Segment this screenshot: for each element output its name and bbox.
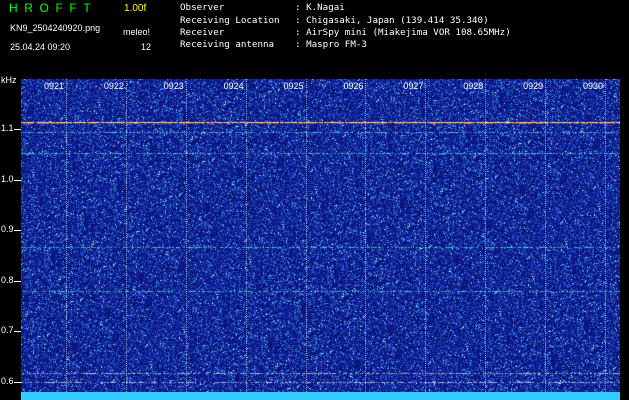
- time-gridline: [365, 79, 367, 392]
- spectrogram-canvas: [21, 79, 620, 392]
- time-gridline: [245, 79, 247, 392]
- freq-tick-label: 0.7: [1, 325, 14, 336]
- time-gridline: [425, 79, 427, 392]
- time-tick-label: 0924: [223, 81, 244, 91]
- time-gridline: [125, 79, 127, 392]
- time-gridline: [305, 79, 307, 392]
- freq-tick-mark: [14, 381, 21, 383]
- app-logo: HROFFT: [9, 1, 98, 15]
- time-tick-label: 0923: [163, 81, 184, 91]
- time-gridline: [545, 79, 547, 392]
- info-observer-value: : K.Nagai: [295, 2, 345, 13]
- time-tick-label: 0925: [283, 81, 304, 91]
- freq-tick-label: 0.6: [1, 375, 14, 386]
- version-label: 1.00f: [124, 3, 147, 14]
- info-antenna-value: : Maspro FM-3: [295, 39, 367, 50]
- header-bar: HROFFT 1.00f KN9_2504240920.png meleo! 2…: [0, 0, 629, 76]
- freq-tick-label: 1.0: [1, 173, 14, 184]
- file-name: KN9_2504240920.png: [10, 23, 101, 33]
- count-label: 12: [141, 42, 152, 52]
- time-tick-label: 0927: [403, 81, 424, 91]
- time-gridline: [485, 79, 487, 392]
- freq-tick-label: 1.1: [1, 123, 14, 134]
- freq-tick-mark: [14, 230, 21, 232]
- spectrogram-plot: 0921 0922 0923 0924 0925 0926 0927 0928 0929 0930: [21, 79, 620, 392]
- time-gridline: [185, 79, 187, 392]
- info-receiver-label: Receiver: [180, 27, 225, 38]
- time-tick-label: 0926: [343, 81, 364, 91]
- time-gridline: [66, 79, 67, 392]
- time-tick-label: 0929: [523, 81, 544, 91]
- time-tick-label: 0922: [103, 81, 124, 91]
- info-observer-label: Observer: [180, 2, 225, 13]
- freq-tick-label: 0.8: [1, 274, 14, 285]
- info-receiver-value: : AirSpy mini (Miakejima VOR 108.65MHz): [295, 27, 511, 38]
- freq-tick-mark: [14, 179, 21, 181]
- time-tick-label: 0930: [583, 81, 604, 91]
- freq-tick-mark: [14, 129, 21, 131]
- datetime-label: 25.04.24 09:20: [10, 42, 71, 52]
- info-antenna-label: Receiving antenna: [180, 39, 275, 50]
- info-location-value: : Chigasaki, Japan (139.414 35.340): [295, 15, 489, 26]
- time-tick-label: 0921: [44, 81, 65, 91]
- y-axis-unit: kHz: [1, 75, 17, 85]
- freq-tick-mark: [14, 280, 21, 282]
- freq-tick-mark: [14, 331, 21, 333]
- algorithm-label: meleo!: [123, 27, 151, 37]
- info-location-label: Receiving Location: [180, 15, 280, 26]
- time-tick-label: 0928: [463, 81, 484, 91]
- time-gridline: [605, 79, 606, 392]
- bottom-noise-band: [21, 392, 620, 400]
- freq-tick-label: 0.9: [1, 224, 14, 235]
